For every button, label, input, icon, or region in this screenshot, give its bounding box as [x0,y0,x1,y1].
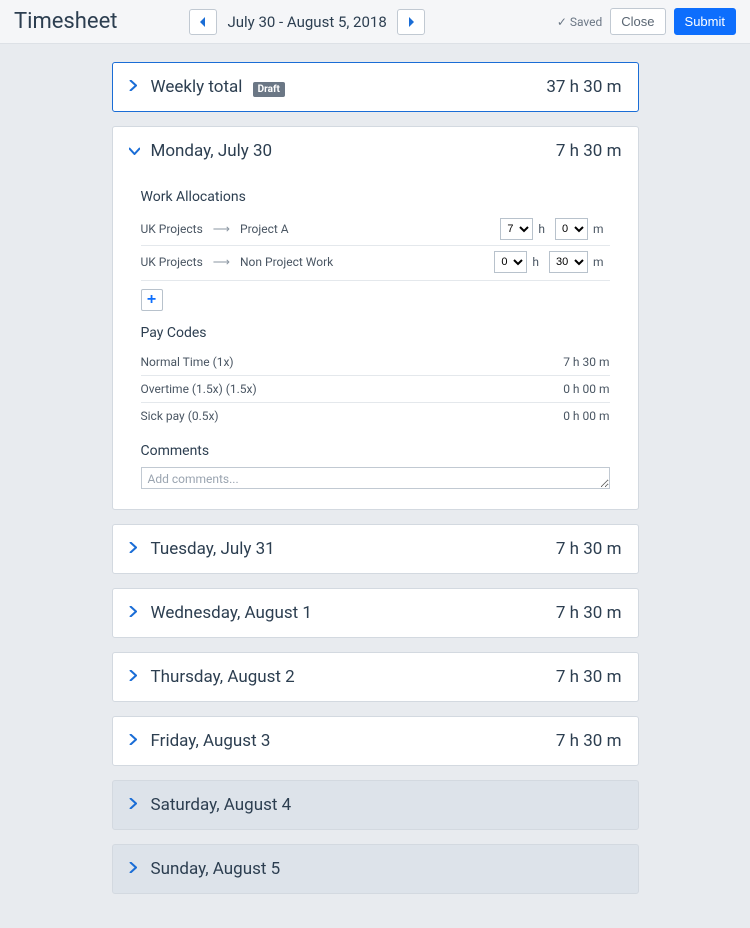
day-title: Thursday, August 2 [151,667,295,687]
add-allocation-button[interactable]: + [141,289,163,311]
submit-button[interactable]: Submit [674,8,736,35]
topbar: Timesheet July 30 - August 5, 2018 ✓ Sav… [0,0,750,44]
chevron-right-icon [129,734,141,749]
day-header-monday[interactable]: Monday, July 30 7 h 30 m [113,127,638,175]
paycode-row: Sick pay (0.5x) 0 h 00 m [141,402,610,429]
page-title: Timesheet [14,9,117,34]
allocations-heading: Work Allocations [141,189,610,205]
weekly-total-value: 37 h 30 m [546,77,621,97]
close-button[interactable]: Close [610,8,665,35]
day-title: Saturday, August 4 [151,795,292,815]
minutes-label: m [593,222,604,236]
next-week-button[interactable] [397,9,425,35]
plus-icon: + [147,292,156,308]
divider: + [141,280,610,311]
allocation-project: Project A [240,222,289,236]
day-title: Tuesday, July 31 [151,539,275,559]
comments-input[interactable] [141,467,610,489]
day-card: Tuesday, July 31 7 h 30 m [112,524,639,574]
content-area: Weekly total Draft 37 h 30 m Monday, Jul… [0,44,750,928]
day-total: 7 h 30 m [556,667,622,687]
paycode-name: Normal Time (1x) [141,355,234,369]
weekly-total-label: Weekly total Draft [151,77,285,97]
saved-label: Saved [570,15,602,29]
day-card: Wednesday, August 1 7 h 30 m [112,588,639,638]
date-navigator: July 30 - August 5, 2018 [189,9,424,35]
arrow-right-icon: ⟶ [213,222,230,236]
paycode-row: Overtime (1.5x) (1.5x) 0 h 00 m [141,375,610,402]
paycode-value: 0 h 00 m [563,409,609,423]
hours-select[interactable]: 0 [494,251,527,273]
paycode-name: Overtime (1.5x) (1.5x) [141,382,257,396]
caret-right-icon [407,17,415,27]
day-card: Thursday, August 2 7 h 30 m [112,652,639,702]
day-title: Monday, July 30 [151,141,273,161]
paycode-value: 7 h 30 m [563,355,609,369]
allocation-group: UK Projects [141,222,203,236]
prev-week-button[interactable] [189,9,217,35]
minutes-select[interactable]: 30 [549,251,588,273]
day-title: Sunday, August 5 [151,859,281,879]
day-total: 7 h 30 m [556,603,622,623]
day-header[interactable]: Tuesday, July 31 7 h 30 m [113,525,638,573]
allocation-inputs: 7 h 0 m [500,218,609,240]
day-card: Sunday, August 5 [112,844,639,894]
chevron-right-icon [129,862,141,877]
paycodes-heading: Pay Codes [141,325,610,341]
minutes-label: m [593,255,604,269]
allocation-row: UK Projects ⟶ Non Project Work 0 h 30 m [141,245,610,278]
comments-heading: Comments [141,443,610,459]
day-title: Wednesday, August 1 [151,603,312,623]
weekly-total-card: Weekly total Draft 37 h 30 m [112,62,639,112]
arrow-right-icon: ⟶ [213,255,230,269]
allocation-project: Non Project Work [240,255,333,269]
hours-select[interactable]: 7 [500,218,533,240]
day-card: Saturday, August 4 [112,780,639,830]
chevron-right-icon [129,670,141,685]
allocation-inputs: 0 h 30 m [494,251,609,273]
weekly-total-row[interactable]: Weekly total Draft 37 h 30 m [113,63,638,111]
hours-label: h [532,255,539,269]
hours-label: h [538,222,545,236]
day-total: 7 h 30 m [556,731,622,751]
day-header[interactable]: Friday, August 3 7 h 30 m [113,717,638,765]
status-badge: Draft [253,82,285,97]
paycode-row: Normal Time (1x) 7 h 30 m [141,349,610,375]
day-total: 7 h 30 m [556,141,622,161]
chevron-right-icon [129,606,141,621]
allocation-group: UK Projects [141,255,203,269]
day-header[interactable]: Wednesday, August 1 7 h 30 m [113,589,638,637]
day-card-monday: Monday, July 30 7 h 30 m Work Allocation… [112,126,639,510]
day-header[interactable]: Thursday, August 2 7 h 30 m [113,653,638,701]
day-header[interactable]: Saturday, August 4 [113,781,638,829]
chevron-right-icon [129,80,141,95]
day-title: Friday, August 3 [151,731,271,751]
saved-indicator: ✓ Saved [557,15,602,29]
allocation-row: UK Projects ⟶ Project A 7 h 0 m [141,213,610,245]
date-range-label: July 30 - August 5, 2018 [227,13,386,31]
chevron-right-icon [129,542,141,557]
day-body-monday: Work Allocations UK Projects ⟶ Project A… [113,189,638,509]
top-actions: ✓ Saved Close Submit [557,8,736,35]
chevron-right-icon [129,798,141,813]
day-card: Friday, August 3 7 h 30 m [112,716,639,766]
caret-left-icon [199,17,207,27]
weekly-label-text: Weekly total [151,77,243,97]
paycode-value: 0 h 00 m [563,382,609,396]
chevron-down-icon [129,144,141,159]
paycode-name: Sick pay (0.5x) [141,409,219,423]
minutes-select[interactable]: 0 [555,218,588,240]
day-total: 7 h 30 m [556,539,622,559]
day-header[interactable]: Sunday, August 5 [113,845,638,893]
